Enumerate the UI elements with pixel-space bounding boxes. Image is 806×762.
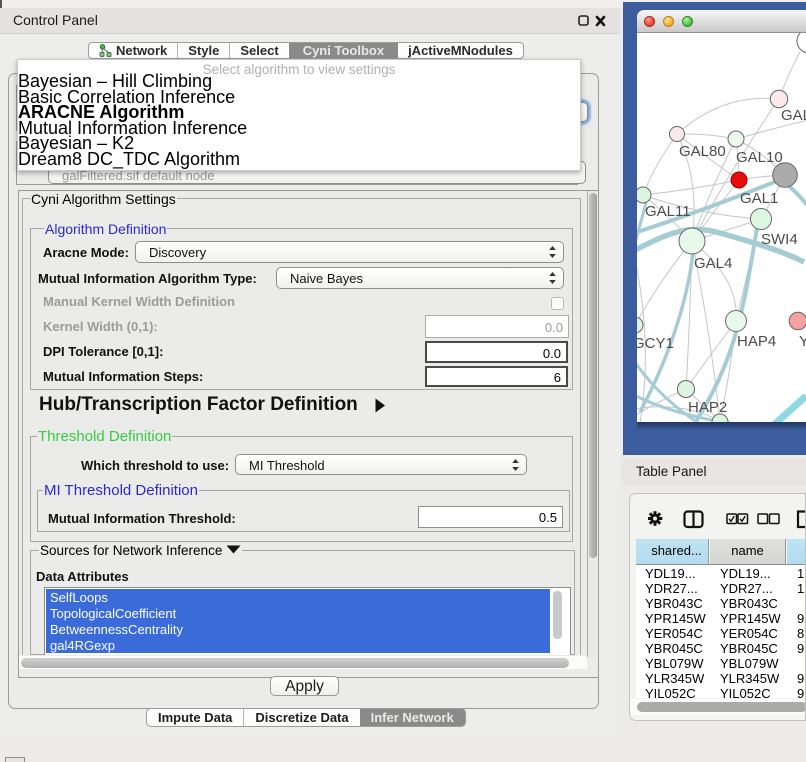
svg-text:GAL11: GAL11 <box>645 203 691 220</box>
svg-text:GCY1: GCY1 <box>637 335 674 352</box>
svg-text:SWI4: SWI4 <box>761 231 798 248</box>
svg-text:GAL8: GAL8 <box>781 107 806 124</box>
svg-text:GAL1: GAL1 <box>740 190 778 207</box>
svg-text:GAL4: GAL4 <box>694 255 732 272</box>
svg-text:HAP2: HAP2 <box>688 399 727 416</box>
svg-text:Y: Y <box>799 333 806 350</box>
svg-text:GAL10: GAL10 <box>736 149 783 166</box>
svg-text:GAL80: GAL80 <box>679 143 726 160</box>
svg-text:HAP4: HAP4 <box>737 333 776 350</box>
